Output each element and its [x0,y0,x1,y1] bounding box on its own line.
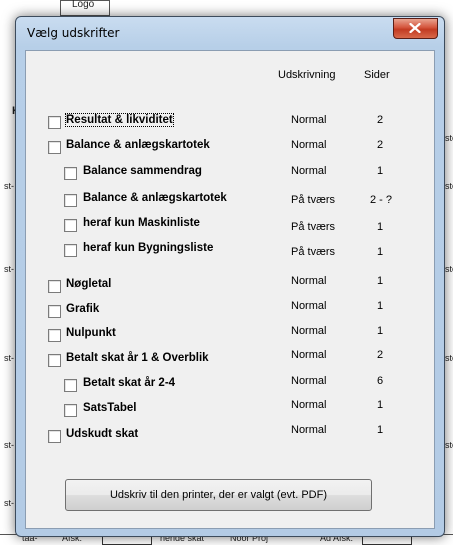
item-pages: 2 [377,139,384,151]
item-label: heraf kun Bygningsliste [83,242,214,254]
item-label: Balance sammendrag [83,165,202,177]
logo-label: Logo [72,0,95,10]
item-pages: 6 [377,375,384,387]
bg-fragment: st- [4,181,14,191]
item-pages: 1 [377,221,384,233]
item-mode: På tværs [291,221,336,233]
checkbox[interactable] [48,430,61,443]
item-label: Nulpunkt [66,327,116,339]
item-mode: Normal [291,300,327,312]
item-mode: Normal [291,139,327,151]
item-pages: 1 [377,300,384,312]
print-item-satstabel[interactable]: SatsTabel Normal 1 [26,399,434,419]
checkbox[interactable] [64,404,77,417]
checkbox[interactable] [64,194,77,207]
item-pages: 1 [377,399,384,411]
item-mode: Normal [291,424,327,436]
item-label: Udskudt skat [66,428,139,440]
item-mode: Normal [291,114,327,126]
bg-fragment: ste [445,181,453,191]
dialog-titlebar[interactable]: Vælg udskrifter [16,17,444,45]
item-label: Balance & anlægskartotek [66,139,210,151]
bg-fragment: ste [445,264,453,274]
checkbox[interactable] [48,329,61,342]
print-item-udskudt-skat[interactable]: Udskudt skat Normal 1 [26,424,434,445]
item-mode: Normal [291,349,327,361]
checkbox[interactable] [64,219,77,232]
item-pages: 2 - ? [370,194,393,206]
bg-fragment: ste [445,353,453,363]
checkbox[interactable] [48,280,61,293]
item-mode: Normal [291,165,327,177]
item-label: Resultat & likviditet [65,113,174,127]
dialog-content: Udskrivning Sider Resultat & likviditet … [25,50,435,529]
close-button[interactable] [393,18,438,39]
item-label: Betalt skat år 2-4 [83,377,176,389]
bg-fragment: st- [4,498,14,508]
item-mode: Normal [291,375,327,387]
item-pages: 1 [377,165,384,177]
print-item-betalt-skat-aar1[interactable]: Betalt skat år 1 & Overblik Normal 2 [26,349,434,369]
print-item-noegletal[interactable]: Nøgletal Normal 1 [26,275,434,295]
bg-fragment: ste [445,133,453,143]
print-item-maskinliste[interactable]: heraf kun Maskinliste På tværs 1 [26,216,434,234]
item-mode: Normal [291,275,327,287]
bg-fragment: st- [4,440,14,450]
dialog-title: Vælg udskrifter [27,26,120,40]
item-pages: 2 [377,114,384,126]
bg-fragment: st- [4,264,14,274]
item-label: Nøgletal [66,278,112,290]
item-mode: Normal [291,399,327,411]
print-item-nulpunkt[interactable]: Nulpunkt Normal 1 [26,325,434,344]
item-label: Betalt skat år 1 & Overblik [66,352,209,364]
item-mode: På tværs [291,194,336,206]
checkbox[interactable] [64,167,77,180]
column-header-mode: Udskrivning [278,69,336,81]
item-pages: 1 [377,275,384,287]
print-item-betalt-skat-aar2-4[interactable]: Betalt skat år 2-4 Normal 6 [26,375,434,394]
print-item-balance-anlaegskartotek-tvaers[interactable]: Balance & anlægskartotek På tværs 2 - ? [26,191,434,209]
print-button[interactable]: Udskriv til den printer, der er valgt (e… [65,479,372,511]
item-pages: 1 [377,325,384,337]
item-label: Balance & anlægskartotek [83,192,227,204]
checkbox[interactable] [48,116,61,129]
checkbox[interactable] [64,244,77,257]
bg-fragment: st- [4,353,14,363]
column-header-pages: Sider [364,69,390,81]
item-pages: 1 [377,424,384,436]
bg-fragment: ste [445,440,453,450]
close-icon [409,23,421,33]
checkbox[interactable] [64,379,77,392]
print-item-resultat-likviditet[interactable]: Resultat & likviditet Normal 2 [26,113,434,131]
item-label: SatsTabel [83,402,137,414]
print-item-grafik[interactable]: Grafik Normal 1 [26,300,434,320]
checkbox[interactable] [48,141,61,154]
print-item-balance-anlaegskartotek[interactable]: Balance & anlægskartotek Normal 2 [26,138,434,156]
item-pages: 1 [377,246,384,258]
checkbox[interactable] [48,354,61,367]
item-mode: På tværs [291,246,336,258]
item-label: Grafik [66,303,100,315]
print-item-balance-sammendrag[interactable]: Balance sammendrag Normal 1 [26,164,434,182]
item-label: heraf kun Maskinliste [83,217,200,229]
item-mode: Normal [291,325,327,337]
print-item-bygningsliste[interactable]: heraf kun Bygningsliste På tværs 1 [26,241,434,259]
item-pages: 2 [377,349,384,361]
print-selection-dialog: Vælg udskrifter Udskrivning Sider Result… [15,16,445,537]
checkbox[interactable] [48,305,61,318]
